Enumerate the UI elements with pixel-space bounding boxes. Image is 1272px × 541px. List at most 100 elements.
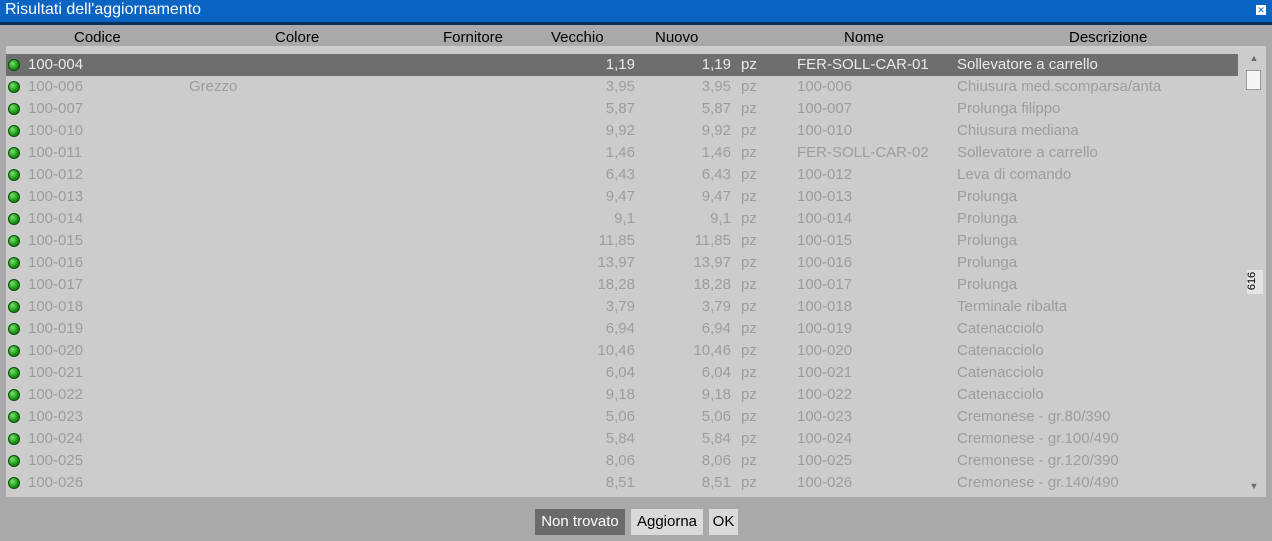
cell-codice: 100-015 <box>28 232 84 249</box>
cell-nome: 100-019 <box>797 320 853 337</box>
cell-codice: 100-012 <box>28 166 84 183</box>
cell-vecchio: 5,87 <box>605 100 635 117</box>
table-row[interactable]: 100-017 18,28 18,28 pz 100-017 Prolunga <box>6 274 1238 296</box>
cell-descrizione: Leva di comando <box>957 166 1072 183</box>
cell-nome: 100-020 <box>797 342 853 359</box>
scrollbar-thumb[interactable] <box>1246 70 1261 90</box>
cell-codice: 100-018 <box>28 298 84 315</box>
status-ok-icon <box>8 301 20 313</box>
cell-vecchio: 8,06 <box>605 452 635 469</box>
cell-nuovo: 9,1 <box>710 210 731 227</box>
table-row[interactable]: 100-012 6,43 6,43 pz 100-012 Leva di comando <box>6 164 1238 186</box>
cell-codice: 100-006 <box>28 78 84 95</box>
table-row[interactable]: 100-025 8,06 8,06 pz 100-025 Cremonese - gr.1… <box>6 450 1238 472</box>
table-row[interactable]: 100-019 6,94 6,94 pz 100-019 Catenacciolo <box>6 318 1238 340</box>
status-ok-icon <box>8 257 20 269</box>
column-header-codice[interactable]: Codice <box>74 29 121 46</box>
cell-unit: pz <box>741 386 757 403</box>
cell-vecchio: 9,92 <box>605 122 635 139</box>
cell-nome: 100-024 <box>797 430 853 447</box>
cell-vecchio: 9,18 <box>605 386 635 403</box>
table-row[interactable]: 100-023 5,06 5,06 pz 100-023 Cremonese - gr.8… <box>6 406 1238 428</box>
cell-nuovo: 3,79 <box>701 298 731 315</box>
cell-descrizione: Sollevatore a carrello <box>957 56 1098 73</box>
cell-unit: pz <box>741 232 757 249</box>
close-icon[interactable]: ✕ <box>1256 5 1266 15</box>
cell-codice: 100-007 <box>28 100 84 117</box>
cell-unit: pz <box>741 254 757 271</box>
cell-vecchio: 13,97 <box>597 254 635 271</box>
cell-vecchio: 6,43 <box>605 166 635 183</box>
column-header-fornitore[interactable]: Fornitore <box>443 29 503 46</box>
cell-unit: pz <box>741 144 757 161</box>
column-header-descrizione[interactable]: Descrizione <box>1069 29 1147 46</box>
cell-nome: 100-023 <box>797 408 853 425</box>
cell-vecchio: 5,84 <box>605 430 635 447</box>
cell-nome: 100-017 <box>797 276 853 293</box>
cell-descrizione: Catenacciolo <box>957 364 1044 381</box>
cell-codice: 100-021 <box>28 364 84 381</box>
cell-codice: 100-016 <box>28 254 84 271</box>
table-row[interactable]: 100-021 6,04 6,04 pz 100-021 Catenacciolo <box>6 362 1238 384</box>
table-row[interactable]: 100-020 10,46 10,46 pz 100-020 Catenacciolo <box>6 340 1238 362</box>
window-title: Risultati dell'aggiornamento <box>5 1 202 18</box>
table-row[interactable]: 100-006 Grezzo 3,95 3,95 pz 100-006 Chiusura m… <box>6 76 1238 98</box>
cell-codice: 100-010 <box>28 122 84 139</box>
record-count: 616 <box>1246 270 1263 294</box>
table-row[interactable]: 100-011 1,46 1,46 pz FER-SOLL-CAR-02 Sollevat… <box>6 142 1238 164</box>
cell-descrizione: Catenacciolo <box>957 386 1044 403</box>
cell-descrizione: Terminale ribalta <box>957 298 1068 315</box>
chevron-down-icon[interactable]: ▼ <box>1247 480 1261 492</box>
table-row[interactable]: 100-024 5,84 5,84 pz 100-024 Cremonese - gr.1… <box>6 428 1238 450</box>
column-header-colore[interactable]: Colore <box>275 29 319 46</box>
cell-nuovo: 5,84 <box>701 430 731 447</box>
table-row[interactable]: 100-026 8,51 8,51 pz 100-026 Cremonese - gr.1… <box>6 472 1238 494</box>
cell-unit: pz <box>741 452 757 469</box>
not-found-button[interactable]: Non trovato <box>535 509 625 535</box>
status-ok-icon <box>8 213 20 225</box>
cell-vecchio: 18,28 <box>597 276 635 293</box>
cell-vecchio: 8,51 <box>605 474 635 491</box>
cell-codice: 100-014 <box>28 210 84 227</box>
table-row[interactable]: 100-004 1,19 1,19 pz FER-SOLL-CAR-01 Sollevat… <box>6 54 1238 76</box>
record-count-label: 616 <box>1246 271 1259 291</box>
cell-nome: 100-006 <box>797 78 853 95</box>
cell-codice: 100-017 <box>28 276 84 293</box>
table-header: Codice Colore Fornitore Vecchio Nuovo No… <box>0 26 1272 46</box>
cell-nuovo: 3,95 <box>701 78 731 95</box>
table-row[interactable]: 100-016 13,97 13,97 pz 100-016 Prolunga <box>6 252 1238 274</box>
cell-unit: pz <box>741 364 757 381</box>
column-header-nome[interactable]: Nome <box>844 29 884 46</box>
ok-button[interactable]: OK <box>709 509 738 535</box>
cell-descrizione: Cremonese - gr.80/390 <box>957 408 1111 425</box>
status-ok-icon <box>8 59 20 71</box>
cell-unit: pz <box>741 100 757 117</box>
column-header-vecchio[interactable]: Vecchio <box>551 29 604 46</box>
cell-nuovo: 9,92 <box>701 122 731 139</box>
cell-nuovo: 6,43 <box>701 166 731 183</box>
cell-vecchio: 1,46 <box>605 144 635 161</box>
column-header-nuovo[interactable]: Nuovo <box>655 29 698 46</box>
cell-unit: pz <box>741 188 757 205</box>
cell-nome: 100-025 <box>797 452 853 469</box>
cell-nome: 100-014 <box>797 210 853 227</box>
cell-unit: pz <box>741 408 757 425</box>
table-row[interactable]: 100-013 9,47 9,47 pz 100-013 Prolunga <box>6 186 1238 208</box>
update-button[interactable]: Aggiorna <box>631 509 703 535</box>
status-ok-icon <box>8 279 20 291</box>
table-row[interactable]: 100-010 9,92 9,92 pz 100-010 Chiusura mediana <box>6 120 1238 142</box>
table-row[interactable]: 100-014 9,1 9,1 pz 100-014 Prolunga <box>6 208 1238 230</box>
chevron-up-icon[interactable]: ▲ <box>1247 52 1261 64</box>
cell-nuovo: 5,87 <box>701 100 731 117</box>
status-ok-icon <box>8 455 20 467</box>
table-row[interactable]: 100-007 5,87 5,87 pz 100-007 Prolunga filippo <box>6 98 1238 120</box>
table-row[interactable]: 100-018 3,79 3,79 pz 100-018 Terminale ribalt… <box>6 296 1238 318</box>
cell-descrizione: Chiusura mediana <box>957 122 1079 139</box>
status-ok-icon <box>8 235 20 247</box>
cell-vecchio: 3,95 <box>605 78 635 95</box>
cell-vecchio: 5,06 <box>605 408 635 425</box>
cell-vecchio: 10,46 <box>597 342 635 359</box>
table-row[interactable]: 100-015 11,85 11,85 pz 100-015 Prolunga <box>6 230 1238 252</box>
cell-nome: 100-018 <box>797 298 853 315</box>
table-row[interactable]: 100-022 9,18 9,18 pz 100-022 Catenacciolo <box>6 384 1238 406</box>
